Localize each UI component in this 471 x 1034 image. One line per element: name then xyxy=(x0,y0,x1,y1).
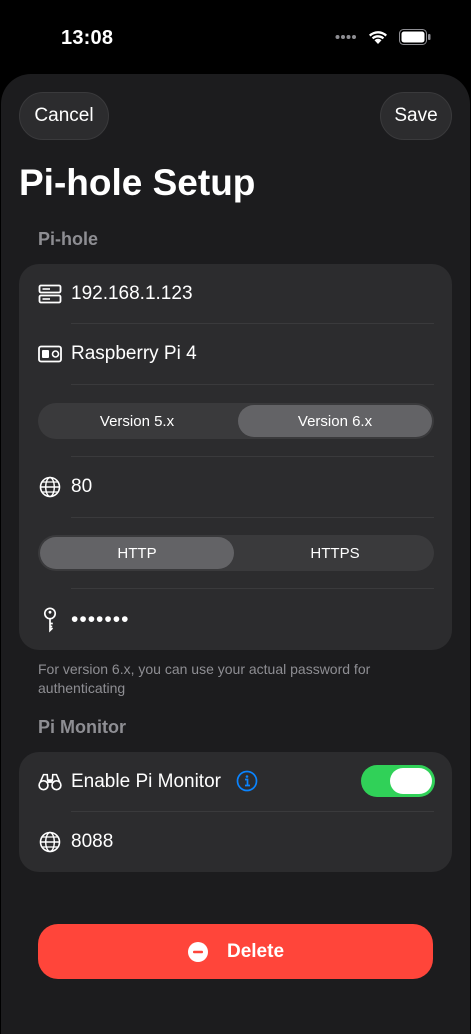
page-title: Pi-hole Setup xyxy=(19,162,256,203)
status-icons xyxy=(335,29,431,45)
monitor-port-field[interactable]: 8088 xyxy=(71,831,113,853)
delete-button[interactable]: Delete xyxy=(38,924,433,979)
toggle-knob xyxy=(390,768,432,794)
name-row[interactable]: Raspberry Pi 4 xyxy=(19,324,452,384)
id-card-icon xyxy=(38,342,62,366)
status-bar: 13:08 xyxy=(0,0,471,74)
save-button[interactable]: Save xyxy=(380,92,452,140)
minus-circle-icon xyxy=(187,941,209,963)
monitor-port-row[interactable]: 8088 xyxy=(19,812,452,872)
protocol-segmented-control: HTTP HTTPS xyxy=(38,535,434,571)
address-field[interactable]: 192.168.1.123 xyxy=(71,283,193,305)
port-field[interactable]: 80 xyxy=(71,476,92,498)
version-5-option[interactable]: Version 5.x xyxy=(40,405,234,437)
delete-label: Delete xyxy=(226,940,285,962)
globe-icon xyxy=(38,475,62,499)
setup-sheet: Cancel Save Pi-hole Setup Pi-hole 192.16… xyxy=(1,74,470,1034)
pihole-card: 192.168.1.123 Raspberry Pi 4 Version 5.x… xyxy=(19,264,452,650)
port-row[interactable]: 80 xyxy=(19,457,452,517)
battery-icon xyxy=(399,29,431,45)
cancel-button[interactable]: Cancel xyxy=(19,92,109,140)
section-label-monitor: Pi Monitor xyxy=(38,717,126,737)
server-icon xyxy=(38,282,62,306)
divider xyxy=(71,517,434,518)
cellular-icon xyxy=(335,35,356,39)
address-row[interactable]: 192.168.1.123 xyxy=(19,264,452,323)
monitor-card: Enable Pi Monitor 8088 xyxy=(19,752,452,872)
status-time: 13:08 xyxy=(61,27,114,49)
key-icon xyxy=(38,606,62,633)
name-field[interactable]: Raspberry Pi 4 xyxy=(71,343,197,365)
enable-monitor-label: Enable Pi Monitor xyxy=(71,770,221,792)
enable-monitor-row: Enable Pi Monitor xyxy=(19,752,452,811)
version-segmented-control: Version 5.x Version 6.x xyxy=(38,403,434,439)
divider xyxy=(71,384,434,385)
version-footnote: For version 6.x, you can use your actual… xyxy=(38,661,371,696)
password-field[interactable]: ••••••• xyxy=(71,608,129,632)
password-row[interactable]: ••••••• xyxy=(19,589,452,650)
https-option[interactable]: HTTPS xyxy=(238,537,432,569)
version-6-option[interactable]: Version 6.x xyxy=(238,405,432,437)
section-label-pihole: Pi-hole xyxy=(38,229,99,249)
info-icon[interactable] xyxy=(236,770,258,792)
enable-monitor-toggle[interactable] xyxy=(361,765,435,797)
http-option[interactable]: HTTP xyxy=(40,537,234,569)
wifi-icon xyxy=(369,31,387,44)
globe-icon xyxy=(38,830,62,854)
binoculars-icon xyxy=(38,770,62,794)
